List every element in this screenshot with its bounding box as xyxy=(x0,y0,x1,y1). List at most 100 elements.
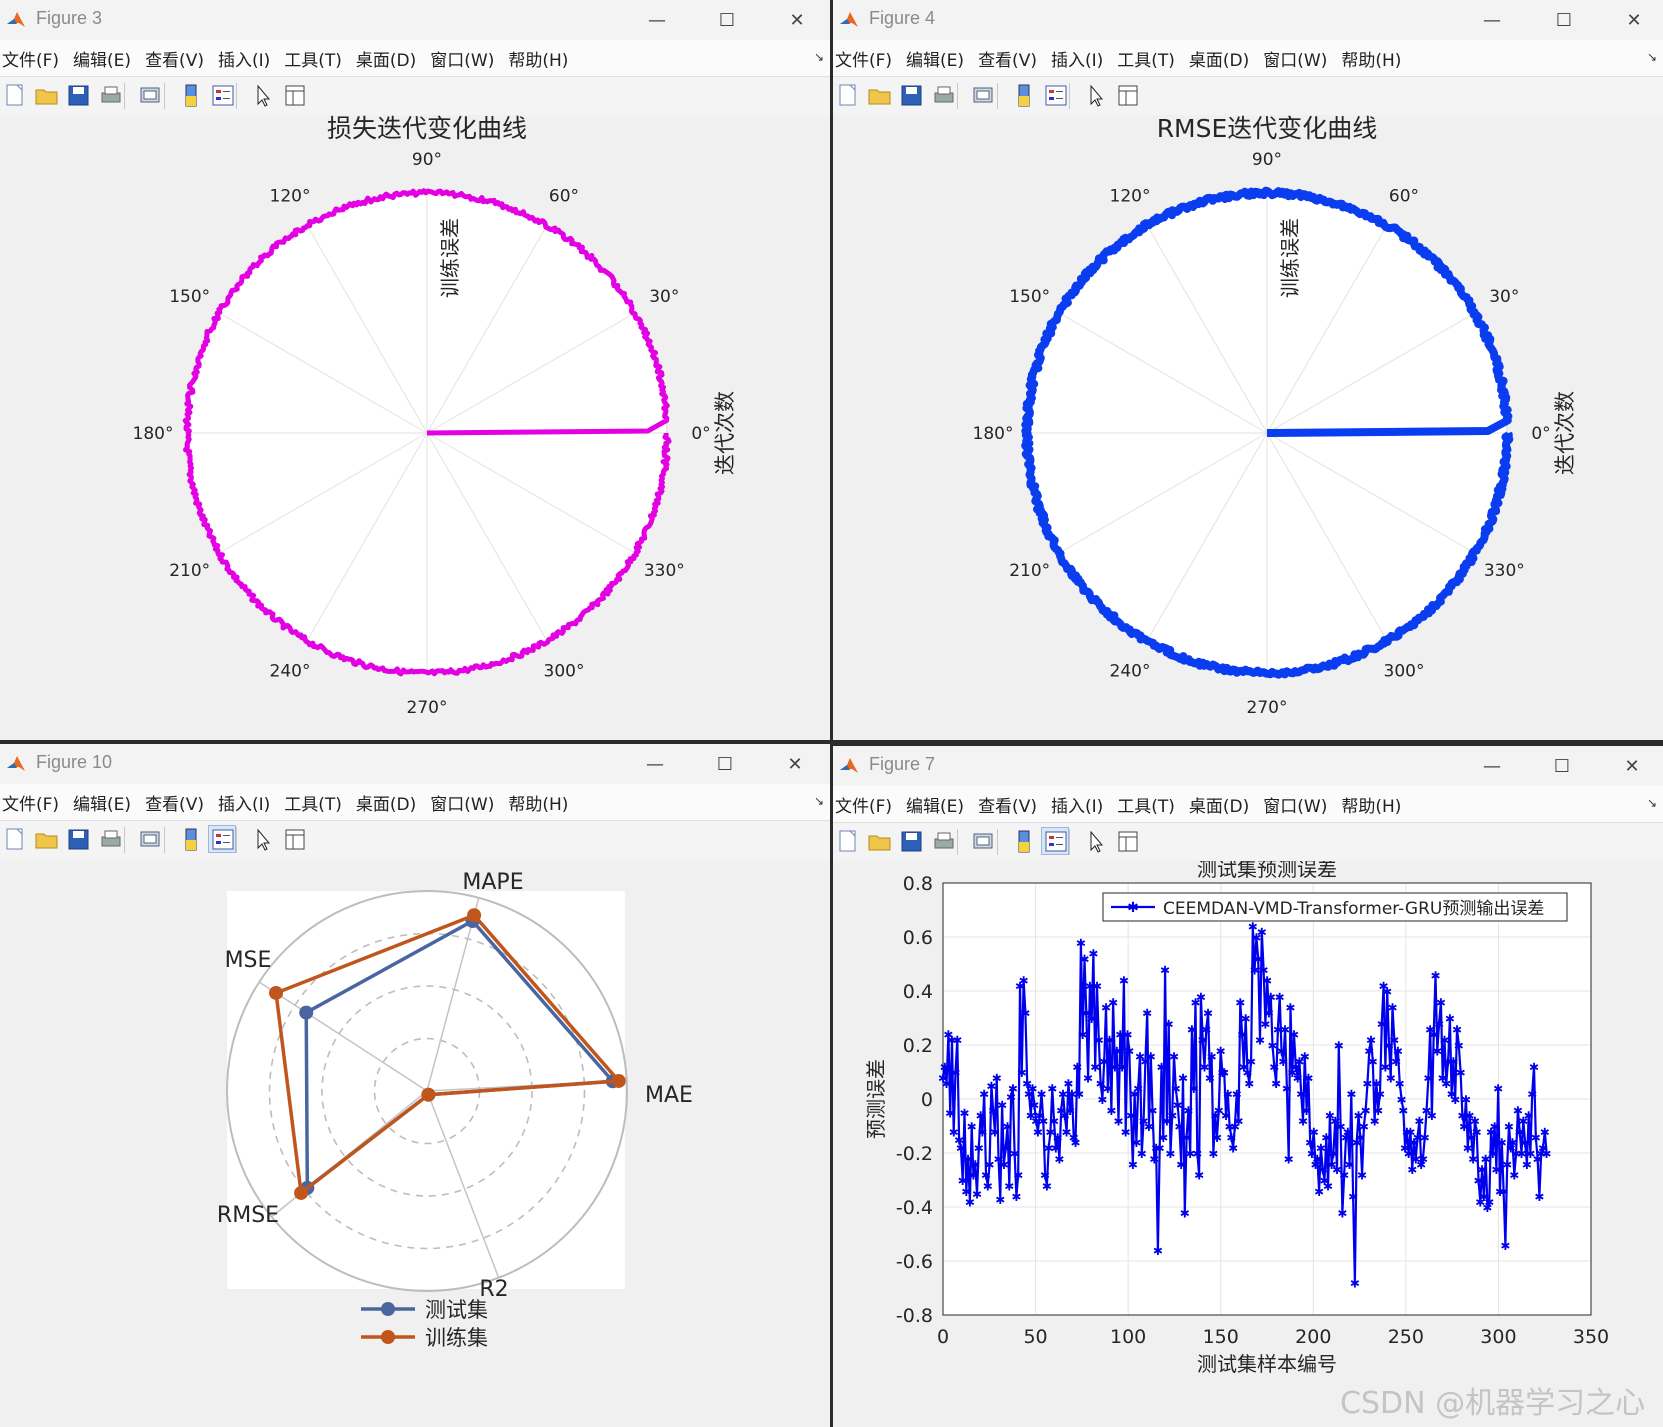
error-data-point: ✱ xyxy=(1002,1120,1012,1134)
colorbar-button[interactable] xyxy=(176,825,204,853)
menu-view[interactable]: 查看(V) xyxy=(976,792,1045,817)
radar-data-point xyxy=(299,1005,314,1020)
colorbar-button[interactable] xyxy=(1009,81,1037,109)
save-button[interactable] xyxy=(64,81,92,109)
open-folder-button[interactable] xyxy=(865,827,893,855)
print-button[interactable] xyxy=(929,827,957,855)
titlebar[interactable]: Figure 7 — ☐ ✕ xyxy=(833,746,1663,786)
legend-button[interactable] xyxy=(208,81,236,109)
menu-tools[interactable]: 工具(T) xyxy=(1115,792,1183,817)
minimize-button[interactable]: — xyxy=(1469,4,1515,36)
save-button[interactable] xyxy=(64,825,92,853)
menu-file[interactable]: 文件(F) xyxy=(0,790,67,815)
menu-insert[interactable]: 插入(I) xyxy=(1049,46,1111,71)
menu-file[interactable]: 文件(F) xyxy=(833,46,900,71)
menu-view[interactable]: 查看(V) xyxy=(976,46,1045,71)
menu-file[interactable]: 文件(F) xyxy=(0,46,67,71)
new-file-button[interactable] xyxy=(833,827,861,855)
menubar-arrow-icon[interactable]: ↘ xyxy=(814,50,824,64)
new-file-button[interactable] xyxy=(833,81,861,109)
legend-button[interactable] xyxy=(1041,81,1069,109)
menu-edit[interactable]: 编辑(E) xyxy=(71,790,139,815)
print-button[interactable] xyxy=(929,81,957,109)
pointer-button[interactable] xyxy=(248,825,276,853)
menu-help[interactable]: 帮助(H) xyxy=(1339,792,1409,817)
property-editor-button[interactable] xyxy=(280,81,308,109)
menu-desktop[interactable]: 桌面(D) xyxy=(1187,792,1257,817)
save-button[interactable] xyxy=(897,827,925,855)
close-button[interactable]: ✕ xyxy=(772,748,818,780)
minimize-button[interactable]: — xyxy=(634,4,680,36)
menu-edit[interactable]: 编辑(E) xyxy=(71,46,139,71)
menu-edit[interactable]: 编辑(E) xyxy=(904,46,972,71)
menubar-arrow-icon[interactable]: ↘ xyxy=(814,794,824,808)
property-editor-button[interactable] xyxy=(280,825,308,853)
maximize-button[interactable]: ☐ xyxy=(1539,750,1585,782)
print-button[interactable] xyxy=(96,81,124,109)
error-data-point: ✱ xyxy=(983,1179,993,1193)
menu-help[interactable]: 帮助(H) xyxy=(506,790,576,815)
link-button[interactable] xyxy=(969,81,997,109)
link-button[interactable] xyxy=(969,827,997,855)
menu-file[interactable]: 文件(F) xyxy=(833,792,900,817)
menu-insert[interactable]: 插入(I) xyxy=(216,46,278,71)
menu-help[interactable]: 帮助(H) xyxy=(1339,46,1409,71)
menu-desktop[interactable]: 桌面(D) xyxy=(1187,46,1257,71)
menu-tools[interactable]: 工具(T) xyxy=(282,46,350,71)
menu-tools[interactable]: 工具(T) xyxy=(1115,46,1183,71)
menu-window[interactable]: 窗口(W) xyxy=(428,790,502,815)
menu-view[interactable]: 查看(V) xyxy=(143,46,212,71)
pointer-button[interactable] xyxy=(248,81,276,109)
pointer-button[interactable] xyxy=(1081,81,1109,109)
close-button[interactable]: ✕ xyxy=(774,4,820,36)
menu-window[interactable]: 窗口(W) xyxy=(428,46,502,71)
titlebar[interactable]: Figure 3 — ☐ ✕ xyxy=(0,0,830,40)
link-button[interactable] xyxy=(136,825,164,853)
open-folder-button[interactable] xyxy=(32,81,60,109)
open-folder-button[interactable] xyxy=(865,81,893,109)
titlebar[interactable]: Figure 10 — ☐ ✕ xyxy=(0,744,830,784)
error-data-point: ✱ xyxy=(1427,1109,1437,1123)
minimize-button[interactable]: — xyxy=(632,748,678,780)
maximize-button[interactable]: ☐ xyxy=(704,4,750,36)
angle-tick-label: 90° xyxy=(1252,150,1282,170)
print-button[interactable] xyxy=(96,825,124,853)
titlebar[interactable]: Figure 4 — ☐ ✕ xyxy=(833,0,1663,40)
new-file-button[interactable] xyxy=(0,81,28,109)
pointer-button[interactable] xyxy=(1081,827,1109,855)
save-button[interactable] xyxy=(897,81,925,109)
error-data-point: ✱ xyxy=(1137,1147,1147,1161)
legend-button[interactable] xyxy=(1041,827,1069,855)
menu-insert[interactable]: 插入(I) xyxy=(216,790,278,815)
menu-edit[interactable]: 编辑(E) xyxy=(904,792,972,817)
maximize-button[interactable]: ☐ xyxy=(1541,4,1587,36)
menu-desktop[interactable]: 桌面(D) xyxy=(354,46,424,71)
menu-help[interactable]: 帮助(H) xyxy=(506,46,576,71)
close-button[interactable]: ✕ xyxy=(1609,750,1655,782)
maximize-button[interactable]: ☐ xyxy=(702,748,748,780)
legend-button[interactable] xyxy=(208,825,236,853)
menubar-arrow-icon[interactable]: ↘ xyxy=(1647,50,1657,64)
open-folder-button[interactable] xyxy=(32,825,60,853)
radar-data-point xyxy=(294,1185,309,1200)
menubar-arrow-icon[interactable]: ↘ xyxy=(1647,796,1657,810)
menu-tools[interactable]: 工具(T) xyxy=(282,790,350,815)
colorbar-button[interactable] xyxy=(176,81,204,109)
close-button[interactable]: ✕ xyxy=(1611,4,1657,36)
radar-data-point xyxy=(467,908,482,923)
menu-insert[interactable]: 插入(I) xyxy=(1049,792,1111,817)
colorbar-button[interactable] xyxy=(1009,827,1037,855)
menu-window[interactable]: 窗口(W) xyxy=(1261,46,1335,71)
new-file-button[interactable] xyxy=(0,825,28,853)
menu-view[interactable]: 查看(V) xyxy=(143,790,212,815)
link-button[interactable] xyxy=(136,81,164,109)
minimize-button[interactable]: — xyxy=(1469,750,1515,782)
error-data-point: ✱ xyxy=(1534,1190,1544,1204)
property-editor-button[interactable] xyxy=(1113,81,1141,109)
menu-window[interactable]: 窗口(W) xyxy=(1261,792,1335,817)
error-data-point: ✱ xyxy=(1439,1034,1449,1048)
property-editor-button[interactable] xyxy=(1113,827,1141,855)
error-data-point: ✱ xyxy=(1010,1147,1020,1161)
error-data-point: ✱ xyxy=(1450,1093,1460,1107)
menu-desktop[interactable]: 桌面(D) xyxy=(354,790,424,815)
